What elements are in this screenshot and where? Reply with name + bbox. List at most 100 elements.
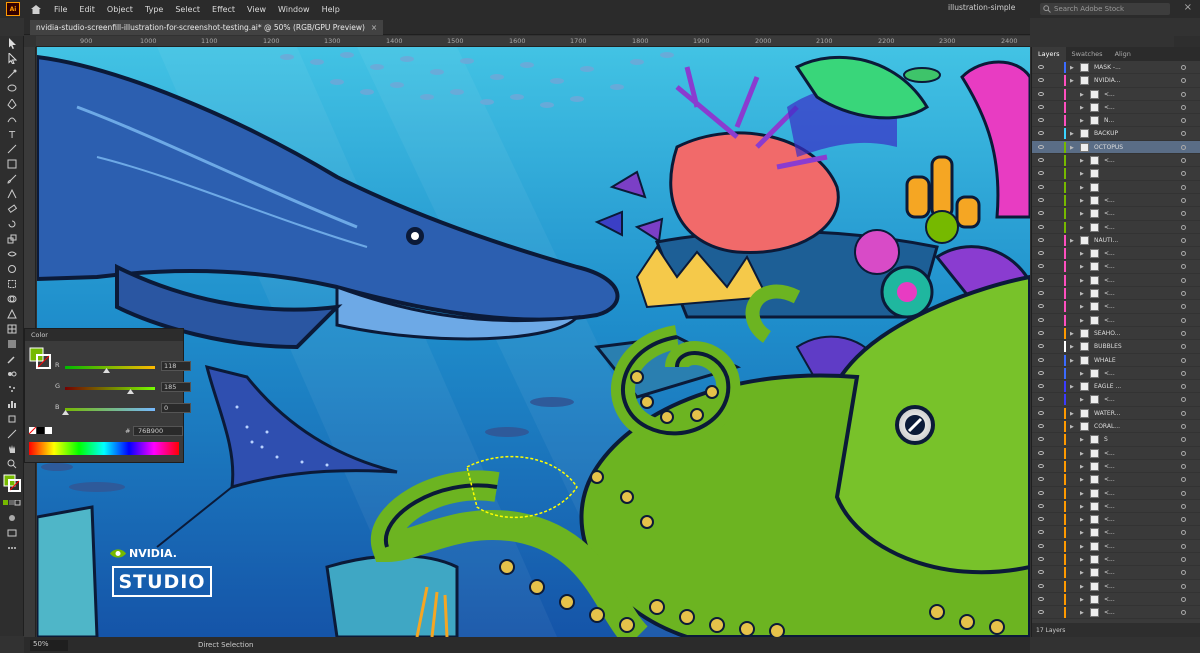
layer-name[interactable]: <... (1104, 503, 1115, 510)
layer-row[interactable]: ▶ <... (1032, 314, 1200, 327)
visibility-eye-icon[interactable] (1038, 410, 1044, 415)
shape-builder-tool-icon[interactable] (0, 291, 24, 306)
layer-row[interactable]: ▶ <... (1032, 393, 1200, 407)
layer-name[interactable]: NAUTI... (1094, 237, 1118, 244)
menu-type[interactable]: Type (145, 5, 163, 14)
visibility-eye-icon[interactable] (1038, 237, 1044, 242)
expand-chevron-icon[interactable]: ▶ (1080, 225, 1084, 231)
expand-chevron-icon[interactable]: ▶ (1080, 584, 1084, 590)
width-tool-icon[interactable] (0, 246, 24, 261)
lasso-tool-icon[interactable] (0, 81, 24, 96)
layer-name[interactable]: <... (1104, 91, 1115, 98)
target-circle-icon[interactable] (1181, 317, 1186, 323)
target-circle-icon[interactable] (1181, 264, 1186, 270)
target-circle-icon[interactable] (1181, 197, 1186, 203)
target-circle-icon[interactable] (1181, 556, 1186, 562)
target-circle-icon[interactable] (1181, 304, 1186, 310)
visibility-eye-icon[interactable] (1038, 251, 1044, 256)
layer-name[interactable]: <... (1104, 450, 1115, 457)
document-tab[interactable]: nvidia-studio-screenfill-illustration-fo… (30, 20, 384, 35)
expand-chevron-icon[interactable]: ▶ (1070, 411, 1074, 417)
target-circle-icon[interactable] (1181, 596, 1186, 602)
draw-mode-icon[interactable] (0, 510, 24, 525)
visibility-eye-icon[interactable] (1038, 224, 1044, 229)
stock-search-input[interactable]: Search Adobe Stock (1040, 3, 1170, 15)
visibility-eye-icon[interactable] (1038, 384, 1044, 389)
visibility-eye-icon[interactable] (1038, 437, 1044, 442)
expand-chevron-icon[interactable]: ▶ (1080, 211, 1084, 217)
layer-row[interactable]: ▶ BACKUP (1032, 127, 1200, 141)
menu-file[interactable]: File (54, 5, 67, 14)
blue-channel-value[interactable]: 0 (161, 403, 191, 413)
hex-value-field[interactable]: 76B900 (133, 426, 183, 436)
target-circle-icon[interactable] (1181, 424, 1186, 430)
layer-row[interactable]: ▶ CORAL... (1032, 420, 1200, 434)
horizontal-ruler[interactable]: 900 1000 1100 1200 1300 1400 1500 1600 1… (36, 36, 1030, 47)
expand-chevron-icon[interactable]: ▶ (1080, 477, 1084, 483)
tab-swatches[interactable]: Swatches (1066, 50, 1109, 58)
shaper-tool-icon[interactable] (0, 186, 24, 201)
target-circle-icon[interactable] (1181, 78, 1186, 84)
visibility-eye-icon[interactable] (1038, 556, 1044, 561)
layer-row[interactable]: ▶ <... (1032, 367, 1200, 381)
green-slider-handle-icon[interactable] (127, 389, 135, 394)
artboard-canvas[interactable] (37, 47, 1030, 637)
layer-name[interactable]: <... (1104, 224, 1115, 231)
target-circle-icon[interactable] (1181, 384, 1186, 390)
blue-slider-handle-icon[interactable] (61, 410, 69, 415)
symbol-sprayer-tool-icon[interactable] (0, 381, 24, 396)
blue-channel-slider[interactable] (65, 408, 155, 411)
layer-name[interactable]: EAGLE ... (1094, 383, 1121, 390)
expand-chevron-icon[interactable]: ▶ (1080, 437, 1084, 443)
layer-name[interactable]: <... (1104, 476, 1115, 483)
target-circle-icon[interactable] (1181, 543, 1186, 549)
layer-name[interactable]: <... (1104, 556, 1115, 563)
layer-name[interactable]: <... (1104, 277, 1115, 284)
selection-tool-icon[interactable] (0, 36, 24, 51)
target-circle-icon[interactable] (1181, 583, 1186, 589)
color-mode-icons[interactable] (0, 495, 24, 510)
layer-name[interactable]: <... (1104, 490, 1115, 497)
layer-row[interactable]: ▶ (1032, 167, 1200, 181)
target-circle-icon[interactable] (1181, 450, 1186, 456)
expand-chevron-icon[interactable]: ▶ (1070, 424, 1074, 430)
eyedropper-tool-icon[interactable] (0, 351, 24, 366)
target-circle-icon[interactable] (1181, 610, 1186, 616)
layer-name[interactable]: <... (1104, 197, 1115, 204)
expand-chevron-icon[interactable]: ▶ (1080, 105, 1084, 111)
layer-name[interactable]: MASK -... (1094, 64, 1121, 71)
visibility-eye-icon[interactable] (1038, 357, 1044, 362)
workspace-switcher[interactable]: illustration-simple (948, 3, 1015, 12)
menu-view[interactable]: View (247, 5, 266, 14)
visibility-eye-icon[interactable] (1038, 424, 1044, 429)
visibility-eye-icon[interactable] (1038, 304, 1044, 309)
layer-row[interactable]: ▶ <... (1032, 194, 1200, 208)
expand-chevron-icon[interactable]: ▶ (1070, 131, 1074, 137)
layer-row[interactable]: ▶ <... (1032, 88, 1200, 101)
visibility-eye-icon[interactable] (1038, 211, 1044, 216)
visibility-eye-icon[interactable] (1038, 184, 1044, 189)
visibility-eye-icon[interactable] (1038, 583, 1044, 588)
layer-row[interactable]: ▶ MASK -... (1032, 61, 1200, 75)
visibility-eye-icon[interactable] (1038, 317, 1044, 322)
target-circle-icon[interactable] (1181, 277, 1186, 283)
panel-collapse-bar[interactable] (1174, 36, 1200, 47)
layer-row[interactable]: ▶ <... (1032, 101, 1200, 115)
layer-row[interactable]: ▶ OCTOPUS (1032, 140, 1200, 155)
layer-row[interactable]: ▶ <... (1032, 221, 1200, 234)
expand-chevron-icon[interactable]: ▶ (1070, 238, 1074, 244)
target-circle-icon[interactable] (1181, 171, 1186, 177)
target-circle-icon[interactable] (1181, 184, 1186, 190)
visibility-eye-icon[interactable] (1038, 277, 1044, 282)
visibility-eye-icon[interactable] (1038, 490, 1044, 495)
target-circle-icon[interactable] (1181, 344, 1186, 350)
menu-select[interactable]: Select (175, 5, 200, 14)
curvature-tool-icon[interactable] (0, 111, 24, 126)
layer-name[interactable]: <... (1104, 396, 1115, 403)
layer-name[interactable]: <... (1104, 516, 1115, 523)
rectangle-tool-icon[interactable] (0, 156, 24, 171)
layer-name[interactable]: <... (1104, 583, 1115, 590)
expand-chevron-icon[interactable]: ▶ (1070, 344, 1074, 350)
target-circle-icon[interactable] (1181, 104, 1186, 110)
layer-name[interactable]: <... (1104, 543, 1115, 550)
